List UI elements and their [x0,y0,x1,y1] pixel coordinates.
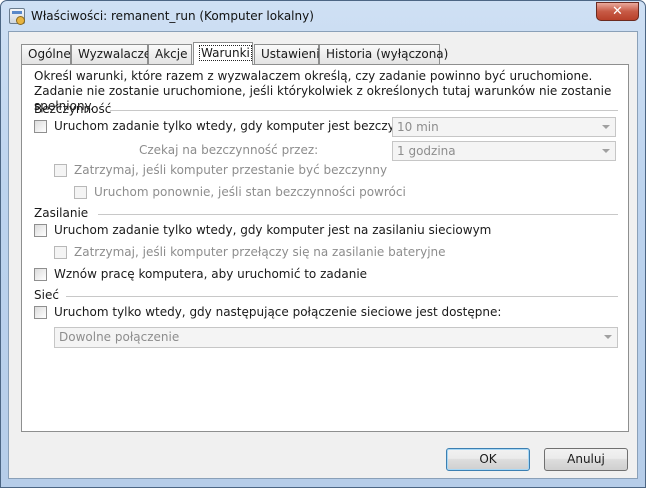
network-divider [66,296,618,297]
properties-window: Właściwości: remanent_run (Komputer loka… [0,0,646,488]
title-bar[interactable]: Właściwości: remanent_run (Komputer loka… [1,1,645,31]
wake-to-run-label: Wznów pracę komputera, aby uruchomić to … [54,267,368,281]
tab-triggers[interactable]: Wyzwalacze [71,44,151,64]
wake-to-run-checkbox[interactable] [34,268,47,281]
ac-power-checkbox[interactable] [34,224,47,237]
restart-if-idle-label: Uruchom ponownie, jeśli stan bezczynnośc… [94,185,406,199]
conditions-description: Określ warunki, które razem z wyzwalacze… [34,69,612,113]
chevron-down-icon [604,335,612,339]
cancel-button[interactable]: Anuluj [544,448,628,471]
network-connection-value: Dowolne połączenie [59,330,180,344]
tab-general[interactable]: Ogólne [21,44,71,64]
tab-conditions[interactable]: Warunki [193,42,253,65]
tab-actions[interactable]: Akcje [148,44,192,64]
stop-if-not-idle-checkbox[interactable] [54,164,67,177]
idle-group-label: Bezczynność [34,102,112,116]
stop-if-not-idle-label: Zatrzymaj, jeśli komputer przestanie być… [74,163,388,177]
start-if-idle-label: Uruchom zadanie tylko wtedy, gdy kompute… [54,119,418,133]
power-group-label: Zasilanie [34,206,89,220]
window-title: Właściwości: remanent_run (Komputer loka… [31,9,314,23]
network-group-label: Sieć [34,288,59,302]
start-if-idle-checkbox[interactable] [34,120,47,133]
ac-power-label: Uruchom zadanie tylko wtedy, gdy kompute… [54,223,492,237]
conditions-panel: Określ warunki, które razem z wyzwalacze… [21,64,629,432]
wait-for-idle-value: 1 godzina [397,144,456,158]
tab-history[interactable]: Historia (wyłączona) [319,44,448,64]
chevron-down-icon [602,125,610,129]
network-label: Uruchom tylko wtedy, gdy następujące poł… [54,305,502,319]
idle-duration-select[interactable]: 10 min [392,117,616,137]
restart-if-idle-checkbox[interactable] [74,186,87,199]
chevron-down-icon [602,149,610,153]
stop-on-battery-label: Zatrzymaj, jeśli komputer przełączy się … [74,245,446,259]
wait-for-idle-label: Czekaj na bezczynność przez: [139,143,319,157]
stop-on-battery-checkbox[interactable] [54,246,67,259]
network-connection-select[interactable]: Dowolne połączenie [54,327,618,348]
tab-settings[interactable]: Ustawienia [254,44,327,64]
close-button[interactable]: ✕ [596,2,639,21]
dialog-body: Ogólne Wyzwalacze Akcje Warunki Ustawien… [8,31,638,479]
power-divider [98,214,618,215]
ok-button[interactable]: OK [446,448,530,471]
task-properties-icon [9,8,25,25]
idle-duration-value: 10 min [397,120,439,134]
network-checkbox[interactable] [34,306,47,319]
wait-for-idle-select[interactable]: 1 godzina [392,141,616,161]
idle-divider [110,110,618,111]
